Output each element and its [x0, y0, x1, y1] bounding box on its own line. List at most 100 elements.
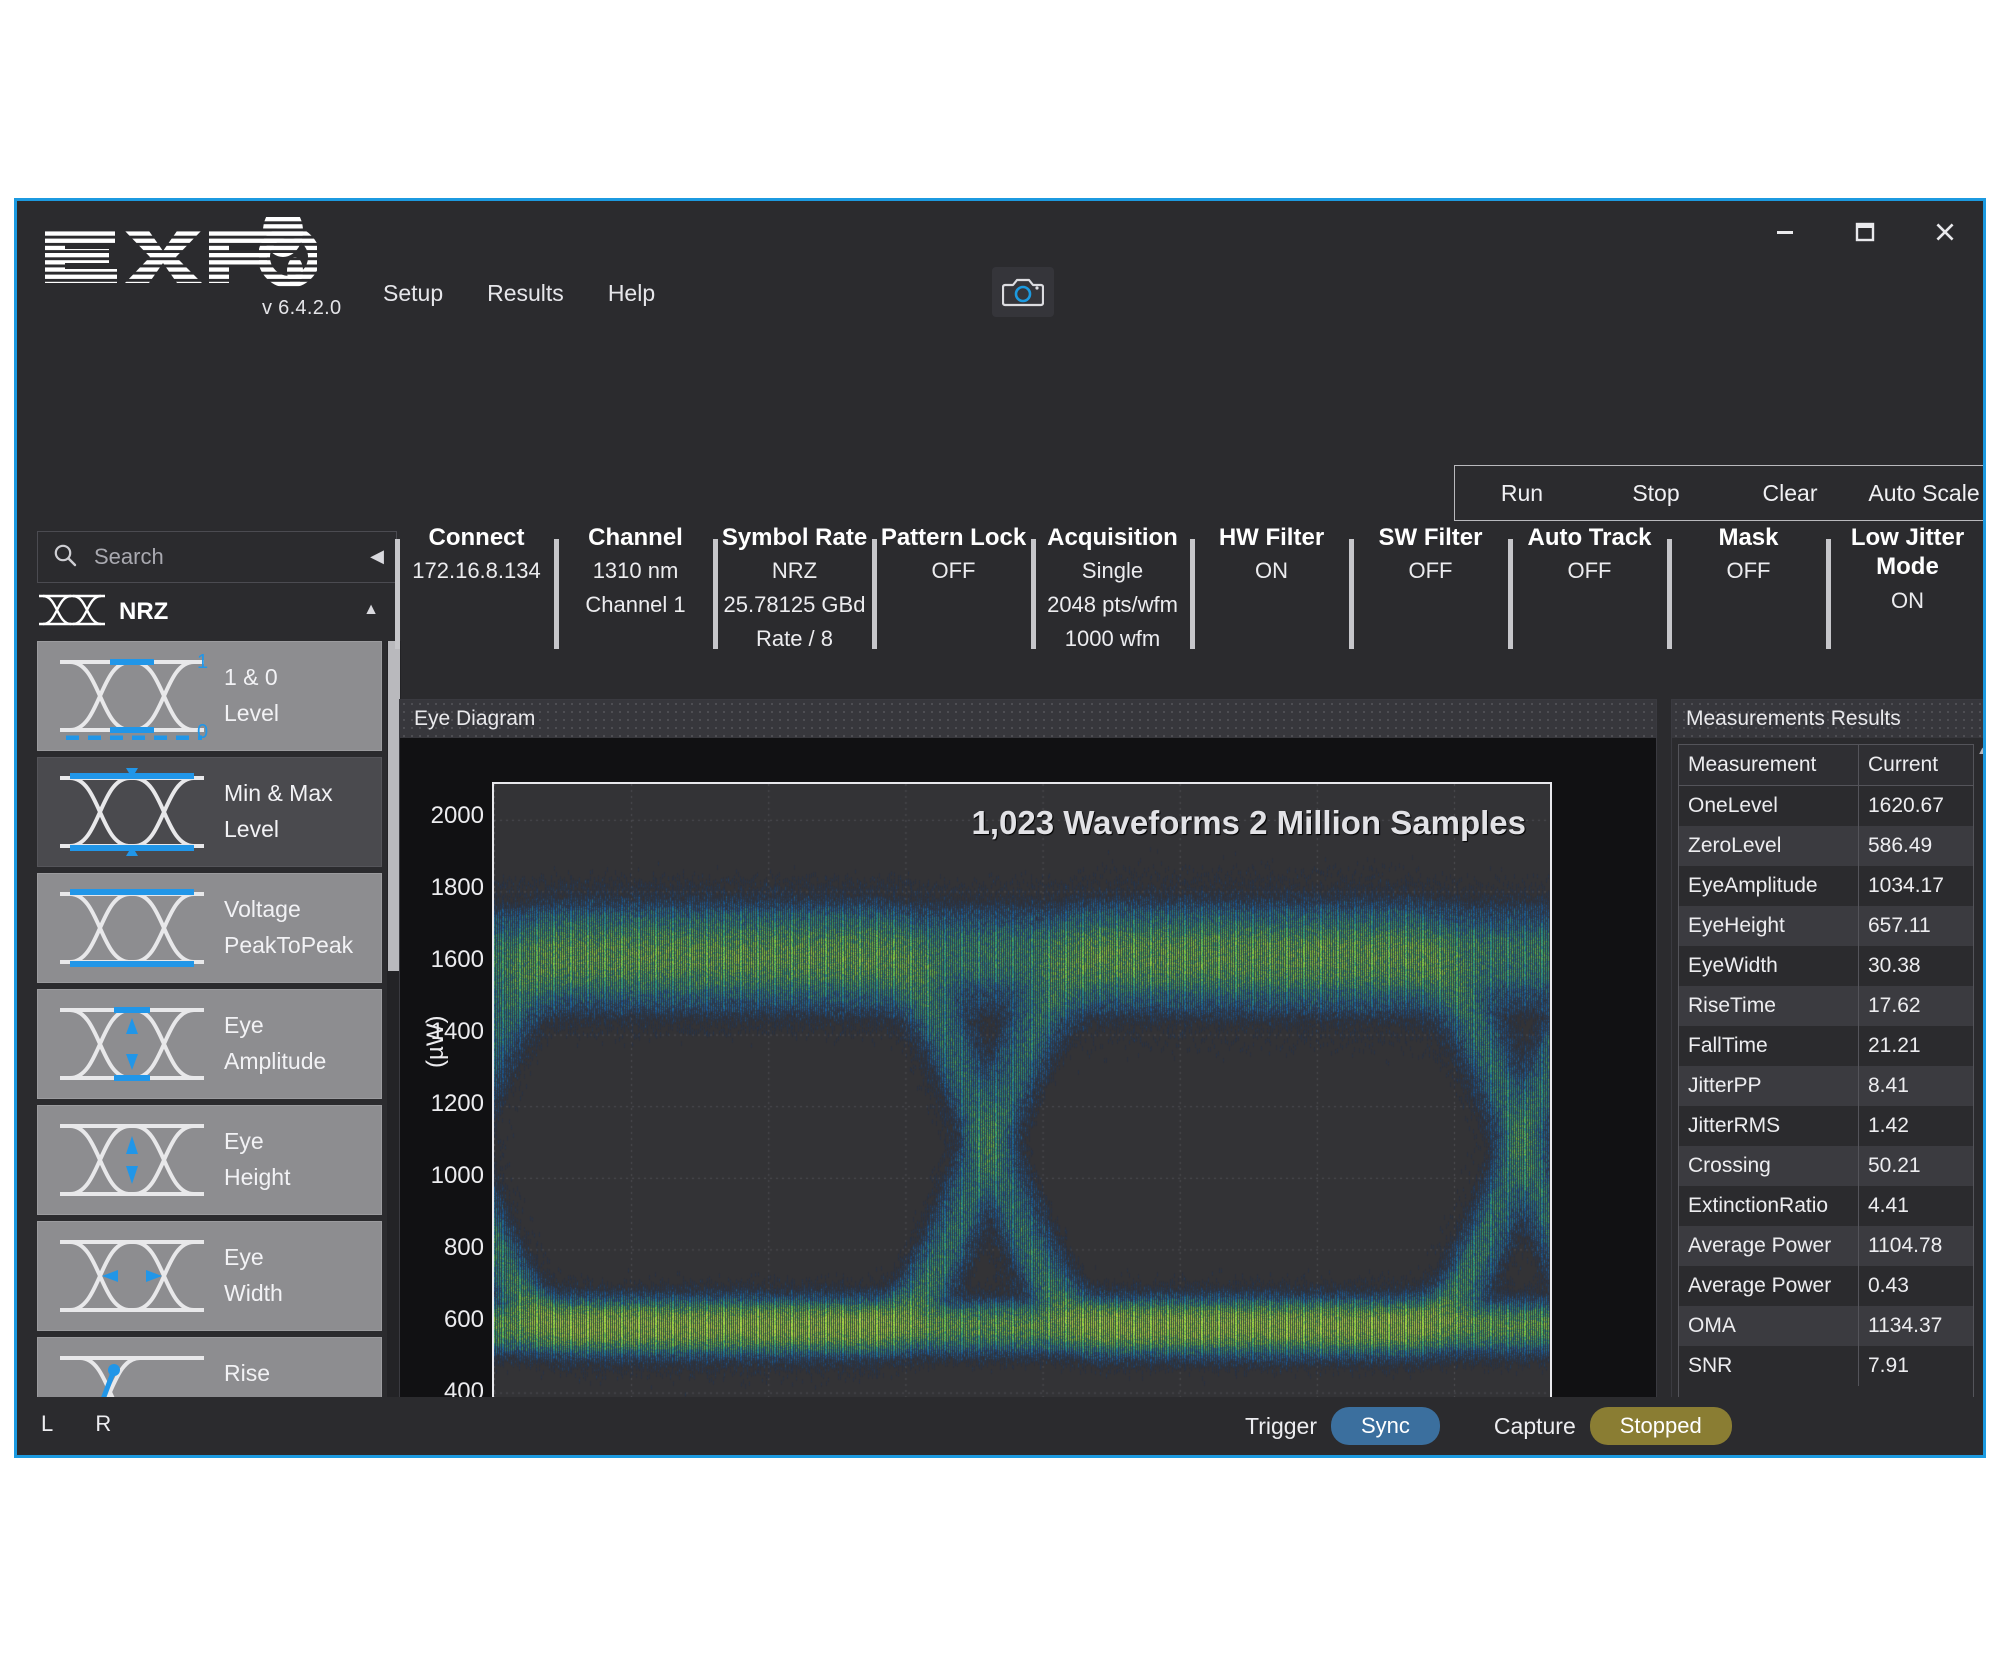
measurements-panel: Measurements Results MeasurementCurrentO… [1671, 699, 1986, 1458]
status-cell-title: Mask [1718, 523, 1778, 552]
measurement-list[interactable]: 101 & 0LevelMin & MaxLevelVoltagePeakToP… [37, 641, 382, 1458]
y-tick-label: 1600 [408, 946, 484, 974]
close-icon[interactable] [1925, 215, 1965, 249]
table-row[interactable]: Average Power1104.78 [1679, 1226, 1973, 1266]
status-cell-value: OFF [1727, 556, 1771, 586]
y-tick-label: 1400 [408, 1018, 484, 1046]
measurement-value-cell: 1034.17 [1859, 866, 1973, 906]
sidebar-group-nrz[interactable]: NRZ ▲ [37, 589, 397, 635]
measurement-value-cell: 7.91 [1859, 1346, 1973, 1386]
measurement-name-cell: SNR [1679, 1346, 1859, 1386]
capture-label: Capture [1494, 1413, 1576, 1440]
measurement-item-eye-width[interactable]: EyeWidth [37, 1221, 382, 1331]
y-tick-label: 600 [408, 1306, 484, 1334]
table-row[interactable]: EyeHeight657.11 [1679, 906, 1973, 946]
status-cell-value: ON [1255, 556, 1288, 586]
status-separator [1031, 539, 1036, 649]
status-cell-mask[interactable]: Mask OFF [1669, 521, 1828, 661]
capture-status-badge[interactable]: Stopped [1590, 1407, 1732, 1445]
column-header[interactable]: Measurement [1679, 745, 1859, 785]
eye-voltage-pp-icon [52, 884, 212, 972]
measurement-item-line2: Level [224, 812, 333, 848]
measurements-panel-title: Measurements Results [1686, 707, 1901, 731]
eye-height-icon [52, 1116, 212, 1204]
status-cell-value: Channel 1 [585, 590, 685, 620]
menu-item-results[interactable]: Results [478, 277, 573, 310]
measurement-item-min-max-level[interactable]: Min & MaxLevel [37, 757, 382, 867]
right-marker-label[interactable]: R [95, 1411, 111, 1436]
eye-min-max-level-icon [52, 768, 212, 856]
camera-icon[interactable] [992, 267, 1054, 317]
scroll-up-icon[interactable]: ▲ [1974, 741, 1986, 761]
measurement-item-1-0-level[interactable]: 101 & 0Level [37, 641, 382, 751]
measurements-vertical-scrollbar[interactable]: ▲ ▼ [1974, 741, 1986, 1458]
table-row[interactable]: Crossing50.21 [1679, 1146, 1973, 1186]
status-cell-pattern-lock[interactable]: Pattern LockOFF [874, 521, 1033, 661]
measurement-item-line1: 1 & 0 [224, 660, 279, 696]
clear-button[interactable]: Clear [1723, 466, 1857, 520]
auto-scale-button[interactable]: Auto Scale [1857, 466, 1986, 520]
status-cell-channel[interactable]: Channel1310 nmChannel 1 [556, 521, 715, 661]
table-row[interactable]: ExtinctionRatio4.41 [1679, 1186, 1973, 1226]
measurement-name-cell: Average Power [1679, 1226, 1859, 1266]
measurement-name-cell: EyeHeight [1679, 906, 1859, 946]
table-row[interactable]: JitterPP8.41 [1679, 1066, 1973, 1106]
status-cell-connect[interactable]: Connect172.16.8.134 [397, 521, 556, 661]
status-cell-low-jitter-mode[interactable]: Low Jitter ModeON [1828, 521, 1986, 661]
table-row[interactable]: OMA1134.37 [1679, 1306, 1973, 1346]
measurement-name-cell: OMA [1679, 1306, 1859, 1346]
status-cell-symbol-rate[interactable]: Symbol RateNRZ25.78125 GBdRate / 8 [715, 521, 874, 661]
status-cell-title: SW Filter [1378, 523, 1482, 552]
bottom-status-bar: L R Trigger Sync Capture Stopped [17, 1397, 1983, 1455]
trigger-label: Trigger [1245, 1413, 1317, 1440]
menu-item-help[interactable]: Help [599, 277, 664, 310]
search-box[interactable]: ◀ [37, 531, 397, 583]
measurements-table[interactable]: MeasurementCurrentOneLevel1620.67ZeroLev… [1678, 744, 1974, 1458]
plot-region[interactable]: 1,023 Waveforms 2 Million Samples [492, 782, 1552, 1458]
measurement-item-eye-amplitude[interactable]: EyeAmplitude [37, 989, 382, 1099]
eye-plot-area: (µW) 20040060080010001200140016001800200… [400, 738, 1656, 1458]
run-button[interactable]: Run [1455, 466, 1589, 520]
chevron-up-icon[interactable]: ▲ [363, 601, 379, 619]
maximize-icon[interactable] [1845, 215, 1885, 249]
status-cell-value: 1310 nm [593, 556, 679, 586]
y-axis-ticks: 200400600800100012001400160018002000 [400, 782, 484, 1458]
table-row[interactable]: JitterRMS1.42 [1679, 1106, 1973, 1146]
table-row[interactable]: ZeroLevel586.49 [1679, 826, 1973, 866]
table-row[interactable]: Average Power0.43 [1679, 1266, 1973, 1306]
measurement-item-line1: Eye [224, 1240, 283, 1276]
lr-markers: L R [41, 1411, 147, 1437]
measurement-name-cell: FallTime [1679, 1026, 1859, 1066]
stop-button[interactable]: Stop [1589, 466, 1723, 520]
search-input[interactable] [92, 543, 336, 571]
measurement-item-line1: Eye [224, 1008, 326, 1044]
table-row[interactable]: SNR7.91 [1679, 1346, 1973, 1386]
table-row[interactable]: RiseTime17.62 [1679, 986, 1973, 1026]
measurement-item-voltage-peaktopeak[interactable]: VoltagePeakToPeak [37, 873, 382, 983]
chevron-left-icon[interactable]: ◀ [370, 546, 384, 567]
table-row[interactable]: FallTime21.21 [1679, 1026, 1973, 1066]
trigger-status-badge[interactable]: Sync [1331, 1407, 1440, 1445]
measurement-name-cell: JitterPP [1679, 1066, 1859, 1106]
menu-item-setup[interactable]: Setup [374, 277, 452, 310]
status-cell-auto-track[interactable]: Auto Track OFF [1510, 521, 1669, 661]
left-marker-label[interactable]: L [41, 1411, 53, 1436]
table-row[interactable]: EyeWidth30.38 [1679, 946, 1973, 986]
status-cell-acquisition[interactable]: AcquisitionSingle2048 pts/wfm1000 wfm [1033, 521, 1192, 661]
status-cell-value: OFF [1568, 556, 1612, 586]
header-texture [400, 700, 1656, 738]
table-header-row: MeasurementCurrent [1679, 745, 1973, 786]
measurement-value-cell: 8.41 [1859, 1066, 1973, 1106]
status-cell-sw-filter[interactable]: SW FilterOFF [1351, 521, 1510, 661]
minimize-icon[interactable] [1765, 215, 1805, 249]
column-header[interactable]: Current [1859, 745, 1973, 785]
table-row[interactable]: OneLevel1620.67 [1679, 786, 1973, 826]
measurement-value-cell: 657.11 [1859, 906, 1973, 946]
measurement-name-cell: EyeWidth [1679, 946, 1859, 986]
measurement-name-cell: ZeroLevel [1679, 826, 1859, 866]
status-separator [1667, 539, 1672, 649]
status-cell-title: Auto Track [1527, 523, 1651, 552]
measurement-item-eye-height[interactable]: EyeHeight [37, 1105, 382, 1215]
table-row[interactable]: EyeAmplitude1034.17 [1679, 866, 1973, 906]
status-cell-hw-filter[interactable]: HW FilterON [1192, 521, 1351, 661]
